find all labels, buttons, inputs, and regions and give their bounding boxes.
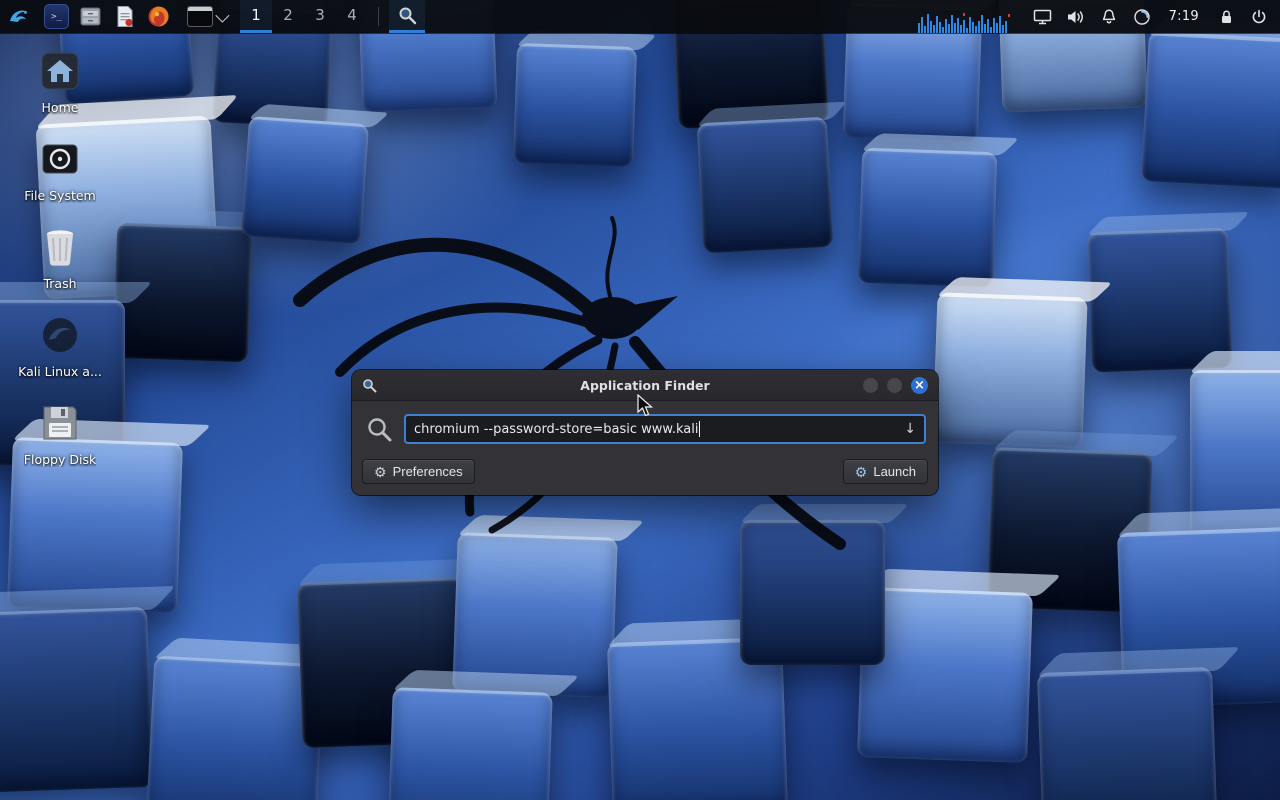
- audio-visualizer: [918, 0, 1026, 36]
- speaker-icon: [1066, 8, 1085, 26]
- search-icon: [366, 416, 393, 443]
- display-indicator[interactable]: [1030, 0, 1056, 33]
- volume-indicator[interactable]: [1063, 0, 1089, 33]
- wallpaper-cube: [932, 292, 1087, 447]
- workspace-4[interactable]: 4: [336, 0, 368, 33]
- application-finder-icon: [398, 6, 417, 25]
- window-icon: [362, 378, 377, 393]
- desktop-icon-label: Floppy Disk: [24, 452, 96, 467]
- wallpaper-cube: [1037, 667, 1218, 800]
- preferences-button[interactable]: ⚙ Preferences: [362, 459, 475, 484]
- workspace-switcher: 1 2 3 4: [240, 0, 368, 33]
- panel-separator: [378, 7, 379, 26]
- workspace-4-label: 4: [347, 6, 357, 24]
- launcher-group: >_: [38, 0, 177, 33]
- chevron-down-icon: [215, 8, 229, 22]
- workspace-3[interactable]: 3: [304, 0, 336, 33]
- button-row: ⚙ Preferences ⚙ Launch: [352, 452, 938, 495]
- wallpaper-cube: [146, 656, 325, 800]
- desktop-icon-label: Trash: [43, 276, 76, 291]
- search-input[interactable]: chromium --password-store=basic www.kali…: [404, 414, 926, 444]
- display-icon: [1033, 8, 1052, 26]
- logout-button[interactable]: [1246, 0, 1272, 33]
- session-controls: [1209, 0, 1280, 33]
- firefox-launcher-icon[interactable]: [146, 4, 171, 29]
- desktop-icon-list: Home File System Trash Kal: [12, 48, 108, 488]
- kali-docs-icon: [37, 312, 83, 358]
- notifications-indicator[interactable]: [1096, 0, 1122, 33]
- desktop-icon-kali-docs[interactable]: Kali Linux a...: [12, 312, 108, 379]
- trash-bin-icon: [37, 224, 83, 270]
- panel-clock[interactable]: 7:19: [1159, 0, 1209, 33]
- desktop-icon-file-system[interactable]: File System: [12, 136, 108, 203]
- preferences-button-label: Preferences: [393, 464, 463, 479]
- floppy-disk-icon: [37, 400, 83, 446]
- maximize-button[interactable]: [887, 378, 902, 393]
- wallpaper-cube: [1088, 228, 1233, 373]
- update-indicator[interactable]: [1129, 0, 1155, 33]
- window-controls: ×: [854, 377, 938, 394]
- file-manager-launcher-icon[interactable]: [78, 4, 103, 29]
- search-input-value: chromium --password-store=basic www.kali: [414, 422, 698, 437]
- desktop-icon-home[interactable]: Home: [12, 48, 108, 115]
- wallpaper-cube: [1141, 31, 1280, 189]
- workspace-2-label: 2: [283, 6, 293, 24]
- bell-icon: [1100, 8, 1118, 26]
- panel-spacer: [425, 0, 918, 33]
- desktop-icon-label: Kali Linux a...: [18, 364, 102, 379]
- workspace-1[interactable]: 1: [240, 0, 272, 33]
- clock-text: 7:19: [1169, 9, 1199, 24]
- application-finder-window: Application Finder × chromium --password…: [352, 370, 938, 495]
- system-tray: [1026, 0, 1159, 33]
- lock-icon: [1218, 8, 1235, 26]
- power-icon: [1250, 8, 1268, 26]
- minimize-button[interactable]: [863, 378, 878, 393]
- kali-dragon-logo: [240, 110, 940, 580]
- input-dropdown-arrow-icon[interactable]: ↓: [904, 421, 916, 437]
- terminal-window-icon: [187, 6, 213, 27]
- home-folder-icon: [37, 48, 83, 94]
- terminal-profile-selector[interactable]: [177, 0, 234, 33]
- wallpaper-cube: [387, 687, 552, 800]
- gear-icon: ⚙: [374, 465, 387, 479]
- workspace-3-label: 3: [315, 6, 325, 24]
- lock-screen-button[interactable]: [1213, 0, 1239, 33]
- workspace-1-label: 1: [251, 6, 261, 24]
- close-icon: ×: [914, 378, 925, 393]
- desktop-icon-label: File System: [24, 188, 96, 203]
- file-system-drive-icon: [37, 136, 83, 182]
- top-panel: >_: [0, 0, 1280, 33]
- workspace-2[interactable]: 2: [272, 0, 304, 33]
- terminal-launcher-icon[interactable]: >_: [44, 4, 69, 29]
- window-title: Application Finder: [352, 378, 938, 393]
- kali-menu-icon: [8, 6, 30, 28]
- text-editor-launcher-icon[interactable]: [112, 4, 137, 29]
- close-button[interactable]: ×: [911, 377, 928, 394]
- mouse-cursor: [636, 394, 656, 418]
- desktop-icon-trash[interactable]: Trash: [12, 224, 108, 291]
- text-caret: [699, 421, 700, 437]
- launch-run-icon: ⚙: [855, 465, 868, 479]
- launch-button-label: Launch: [873, 464, 916, 479]
- desktop-icon-floppy-disk[interactable]: Floppy Disk: [12, 400, 108, 467]
- desktop-icon-label: Home: [42, 100, 79, 115]
- applications-menu-button[interactable]: [0, 0, 38, 33]
- launch-button[interactable]: ⚙ Launch: [843, 459, 928, 484]
- status-circle-icon: [1133, 8, 1151, 26]
- taskbar-application-finder-button[interactable]: [389, 0, 425, 33]
- wallpaper-cube: [0, 607, 153, 793]
